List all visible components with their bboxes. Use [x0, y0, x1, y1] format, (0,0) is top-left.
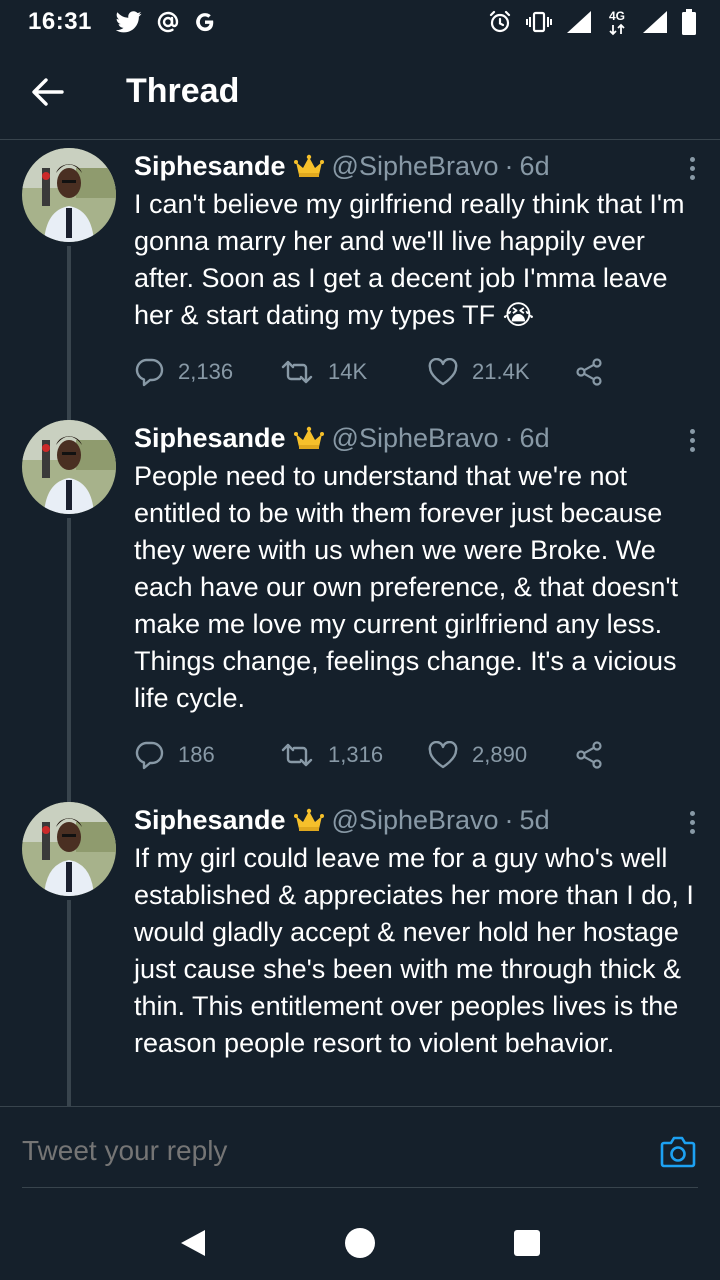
- separator: ·: [504, 422, 514, 453]
- back-button[interactable]: [0, 44, 96, 140]
- thread-connector-line: [67, 794, 71, 802]
- svg-text:4G: 4G: [609, 9, 625, 23]
- more-options-button[interactable]: [680, 152, 704, 184]
- reply-button[interactable]: 186: [134, 740, 280, 770]
- retweet-count: 1,316: [328, 742, 384, 767]
- tweet[interactable]: Siphesande @SipheBravo · 6d People need …: [0, 412, 720, 794]
- retweet-icon: [281, 360, 313, 384]
- retweet-button[interactable]: 1,316: [280, 742, 428, 768]
- share-icon: [576, 741, 602, 769]
- signal-icon: [642, 10, 668, 34]
- circle-home-icon: [344, 1228, 375, 1258]
- thread-connector-line: [67, 412, 71, 420]
- nav-recents-button[interactable]: [497, 1213, 557, 1273]
- avatar[interactable]: [22, 148, 116, 242]
- camera-icon: [660, 1136, 696, 1168]
- retweet-count: 14K: [328, 359, 368, 384]
- 4g-icon: 4G: [606, 8, 628, 36]
- avatar[interactable]: [22, 420, 116, 514]
- status-time: 16:31: [28, 8, 92, 35]
- tweet-text: I can't believe my girlfriend really thi…: [134, 189, 685, 330]
- tweet[interactable]: Siphesande @SipheBravo · 6d I can't beli…: [0, 140, 720, 412]
- like-button[interactable]: 2,890: [428, 741, 574, 769]
- author-name[interactable]: Siphesande: [134, 151, 286, 182]
- nav-home-button[interactable]: [330, 1213, 390, 1273]
- reply-input[interactable]: [22, 1135, 622, 1167]
- battery-icon: [682, 9, 696, 35]
- tweet-actions: 2,136 14K 21.4K: [134, 354, 696, 390]
- author-name[interactable]: Siphesande: [134, 423, 286, 454]
- vibrate-icon: [526, 11, 552, 33]
- tweet-actions: 186 1,316 2,890: [134, 737, 696, 773]
- reply-icon: [135, 358, 164, 387]
- author-handle[interactable]: @SipheBravo: [332, 151, 499, 182]
- retweet-icon: [281, 743, 313, 767]
- author-handle[interactable]: @SipheBravo: [332, 805, 499, 836]
- tweet-text: If my girl could leave me for a guy who'…: [134, 843, 694, 1058]
- google-icon: [194, 11, 216, 33]
- author-name[interactable]: Siphesande: [134, 805, 286, 836]
- at-icon: [156, 10, 180, 34]
- app-header: Thread: [0, 44, 720, 140]
- page-title: Thread: [126, 72, 240, 110]
- like-count: 2,890: [472, 742, 528, 767]
- author-handle[interactable]: @SipheBravo: [332, 423, 499, 454]
- nav-back-button[interactable]: [163, 1213, 223, 1273]
- share-icon: [576, 358, 602, 386]
- separator: ·: [504, 804, 514, 835]
- tweet-timestamp: 6d: [519, 150, 550, 181]
- more-options-button[interactable]: [680, 806, 704, 838]
- crown-icon: [293, 426, 324, 450]
- like-count: 21.4K: [472, 359, 530, 384]
- reply-count: 186: [178, 742, 215, 767]
- status-bar: 16:31 4G: [0, 0, 720, 44]
- more-options-button[interactable]: [680, 424, 704, 456]
- retweet-button[interactable]: 14K: [280, 359, 428, 385]
- heart-icon: [428, 358, 458, 386]
- like-button[interactable]: 21.4K: [428, 358, 574, 386]
- tweet-timestamp: 6d: [519, 422, 550, 453]
- notification-icons: [115, 10, 216, 34]
- separator: ·: [504, 150, 514, 181]
- share-button[interactable]: [574, 357, 604, 387]
- signal-icon: [566, 10, 592, 34]
- alarm-icon: [488, 10, 512, 34]
- twitter-icon: [115, 11, 142, 33]
- arrow-left-icon: [32, 77, 64, 106]
- system-nav-bar: [0, 1206, 720, 1280]
- tweet-text: People need to understand that we're not…: [134, 461, 679, 713]
- heart-icon: [428, 741, 458, 769]
- triangle-back-icon: [181, 1230, 206, 1256]
- tweet[interactable]: Siphesande @SipheBravo · 5d If my girl c…: [0, 794, 720, 1106]
- reply-composer: [0, 1106, 720, 1206]
- reply-button[interactable]: 2,136: [134, 357, 280, 387]
- camera-button[interactable]: [660, 1135, 696, 1169]
- system-icons: 4G: [488, 8, 696, 36]
- reply-icon: [135, 741, 164, 770]
- square-recents-icon: [513, 1230, 540, 1256]
- share-button[interactable]: [574, 740, 604, 770]
- crown-icon: [293, 154, 324, 178]
- avatar[interactable]: [22, 802, 116, 896]
- thread-list[interactable]: Siphesande @SipheBravo · 6d I can't beli…: [0, 140, 720, 1106]
- thread-connector-line: [67, 246, 71, 412]
- divider: [22, 1187, 698, 1188]
- reply-count: 2,136: [178, 359, 234, 384]
- thread-connector-line: [67, 900, 71, 1106]
- crown-icon: [293, 808, 324, 832]
- tweet-timestamp: 5d: [519, 804, 550, 835]
- thread-connector-line: [67, 518, 71, 794]
